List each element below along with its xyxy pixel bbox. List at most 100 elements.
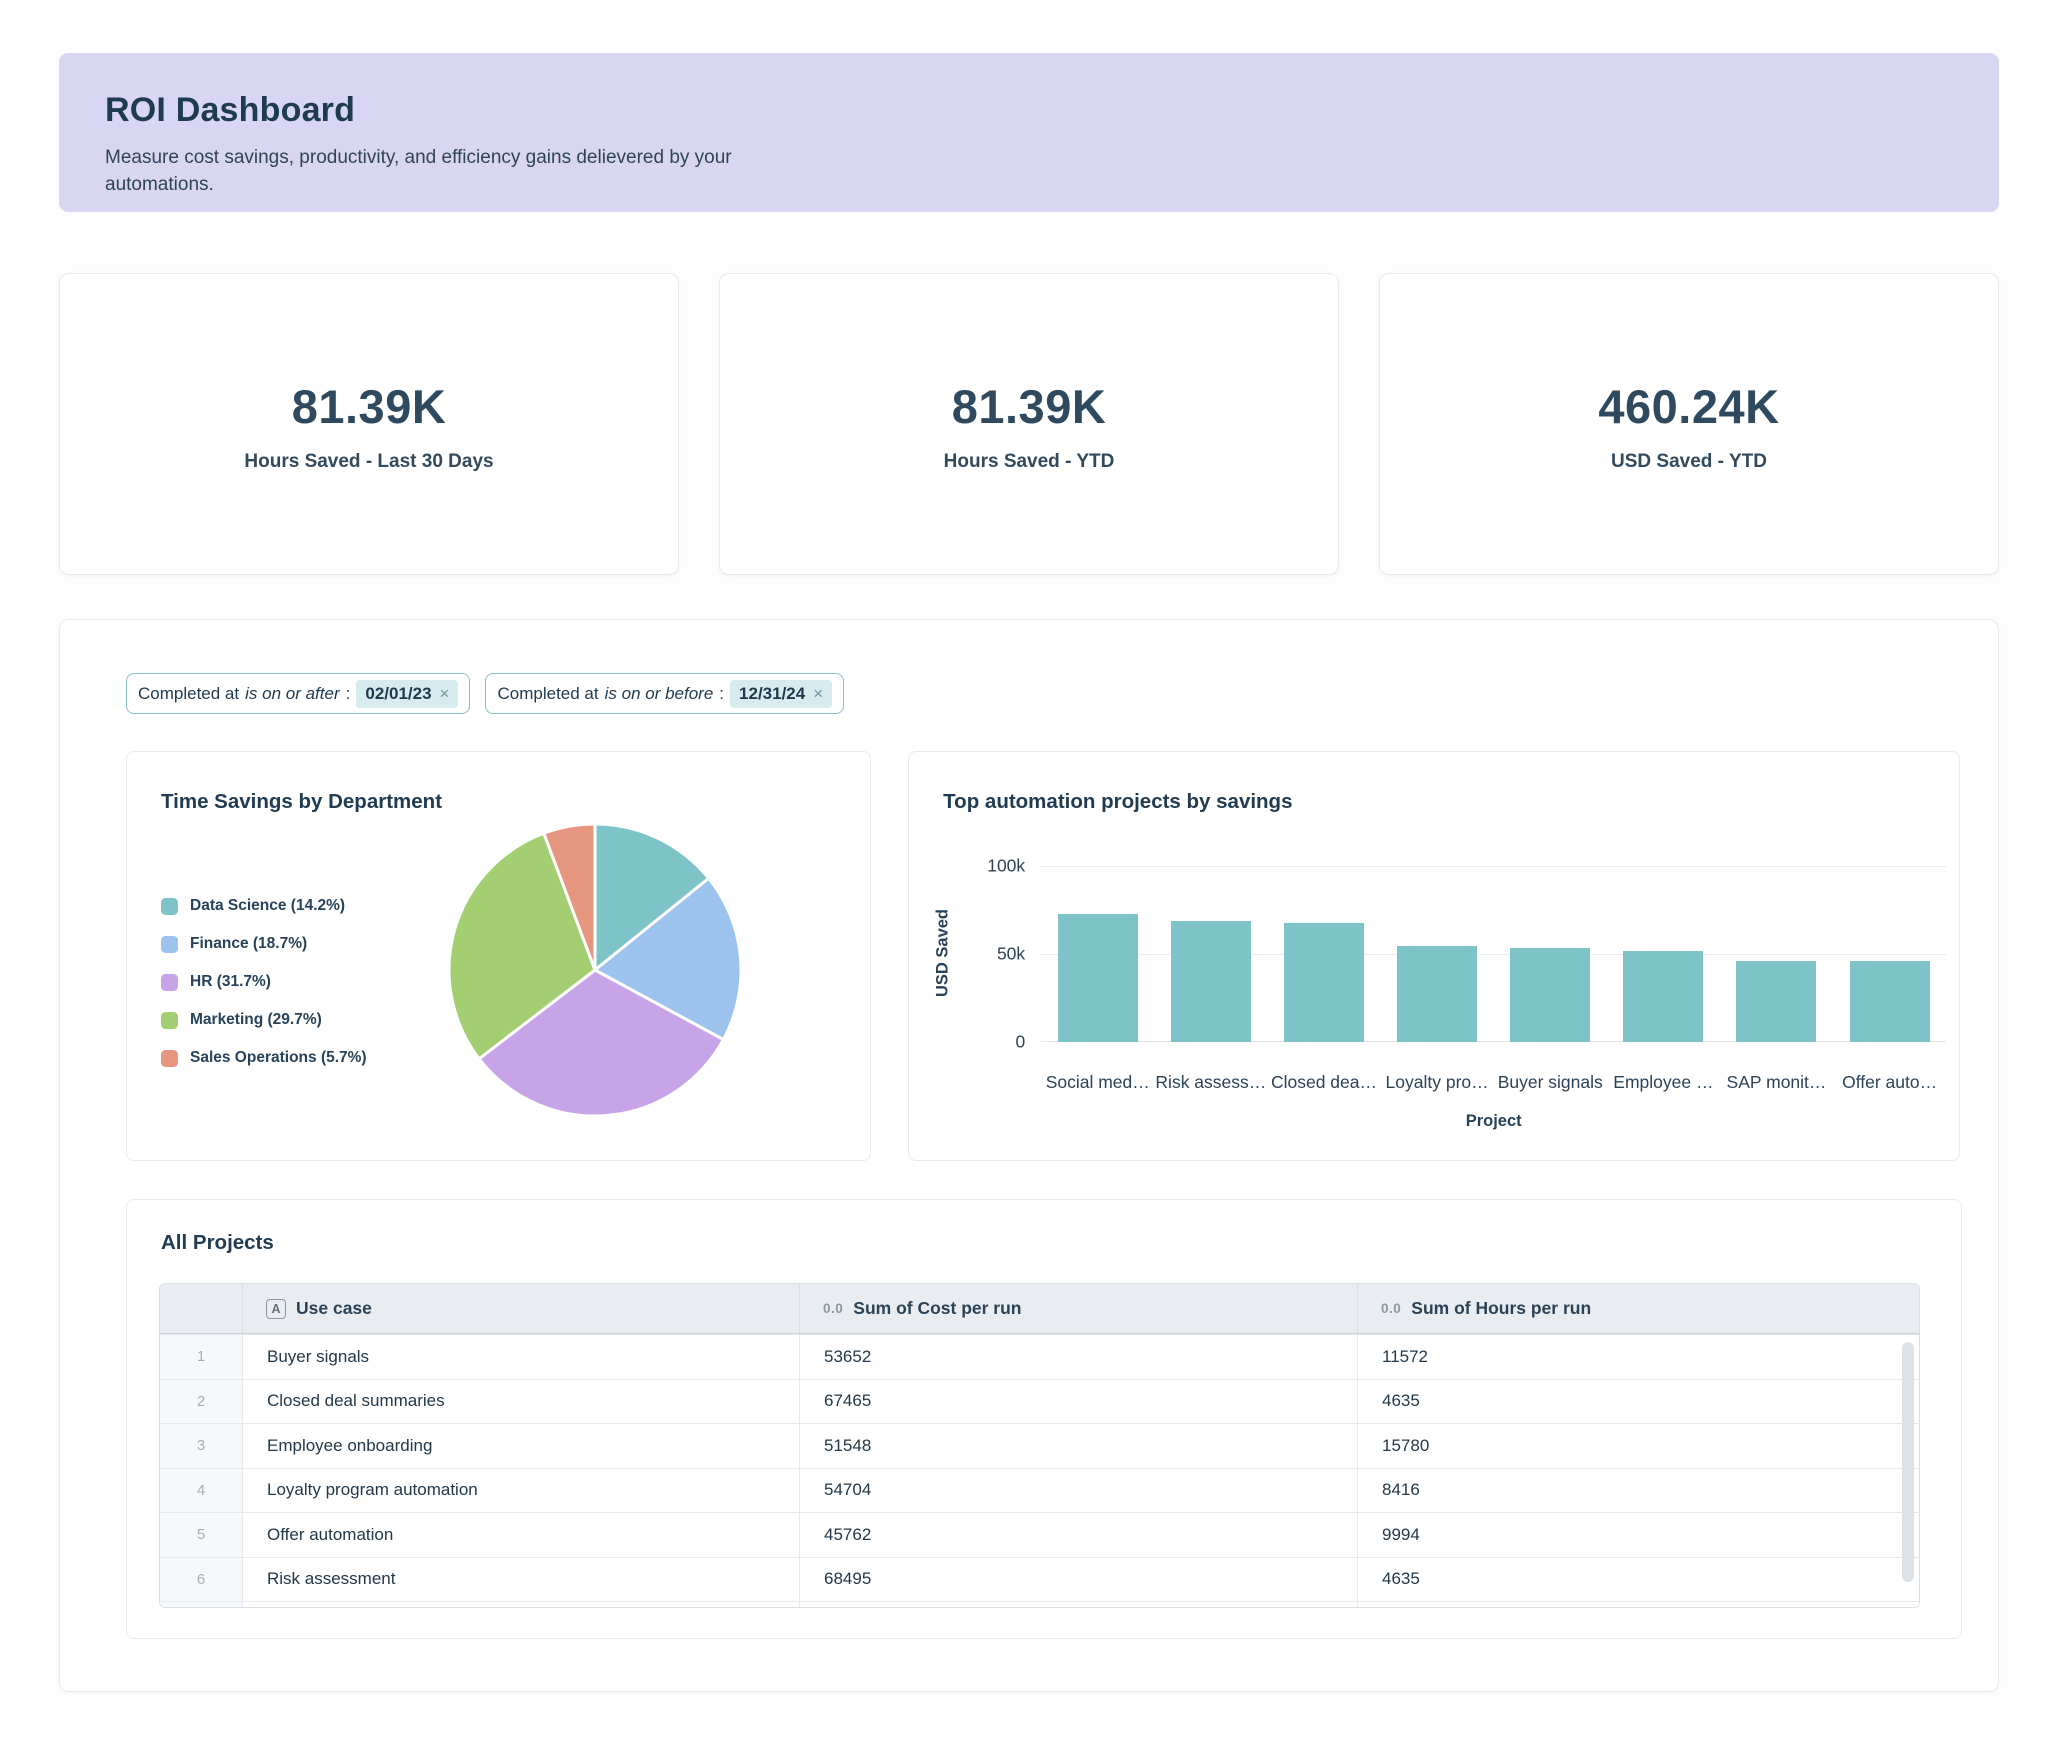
- cell-use-case: Employee onboarding: [243, 1424, 800, 1468]
- cell-use-case: Offer automation: [243, 1513, 800, 1557]
- filter-chip-completed-after[interactable]: Completed at is on or after : 02/01/23 ×: [126, 673, 470, 714]
- filter-value-pill: 12/31/24 ×: [730, 680, 832, 708]
- kpi-card-hours-saved-30d: 81.39K Hours Saved - Last 30 Days: [59, 273, 679, 575]
- text-field-type-icon: A: [266, 1299, 286, 1319]
- cell-cost-per-run: [800, 1602, 1358, 1608]
- table-scrollbar-thumb[interactable]: [1902, 1342, 1914, 1582]
- bar-slot: [1720, 866, 1833, 1042]
- table-row-partial: [160, 1601, 1919, 1608]
- table-row[interactable]: 6Risk assessment684954635: [160, 1557, 1919, 1602]
- row-number: 1: [160, 1335, 243, 1379]
- table-row[interactable]: 5Offer automation457629994: [160, 1512, 1919, 1557]
- bar-slot: [1267, 866, 1380, 1042]
- bar-series: [1041, 866, 1946, 1042]
- main-panel: Completed at is on or after : 02/01/23 ×…: [59, 619, 1999, 1692]
- bar-slot: [1833, 866, 1946, 1042]
- column-label: Use case: [296, 1298, 372, 1319]
- row-number: 4: [160, 1469, 243, 1513]
- filter-value: 12/31/24: [739, 684, 805, 704]
- row-number: [160, 1602, 243, 1608]
- bar-x-tick-label: Closed dea…: [1267, 1072, 1380, 1093]
- cell-hours-per-run: 8416: [1358, 1469, 1919, 1513]
- filter-colon: :: [719, 684, 724, 704]
- row-number-header: [160, 1284, 243, 1333]
- pie-chart: [445, 820, 745, 1120]
- filter-chip-completed-before[interactable]: Completed at is on or before : 12/31/24 …: [485, 673, 844, 714]
- legend-item: HR (31.7%): [161, 973, 367, 991]
- row-number: 6: [160, 1558, 243, 1602]
- kpi-card-usd-saved-ytd: 460.24K USD Saved - YTD: [1379, 273, 1999, 575]
- filter-value-pill: 02/01/23 ×: [356, 680, 458, 708]
- row-number: 3: [160, 1424, 243, 1468]
- kpi-label: Hours Saved - Last 30 Days: [244, 451, 493, 473]
- pie-legend: Data Science (14.2%) Finance (18.7%) HR (3…: [161, 897, 367, 1087]
- x-axis-title: Project: [1041, 1112, 1946, 1131]
- row-number: 2: [160, 1380, 243, 1424]
- bar-x-tick-label: Buyer signals: [1494, 1072, 1607, 1093]
- number-field-type-icon: 0.0: [823, 1301, 843, 1316]
- bar-chart-card: Top automation projects by savings USD S…: [908, 751, 1960, 1161]
- legend-item: Finance (18.7%): [161, 935, 367, 953]
- bar-sap-monit: [1736, 961, 1816, 1042]
- bar-buyer-signals: [1510, 948, 1590, 1042]
- cell-use-case: [243, 1602, 800, 1608]
- number-field-type-icon: 0.0: [1381, 1301, 1401, 1316]
- filter-field: Completed at: [138, 684, 239, 704]
- bar-chart-title: Top automation projects by savings: [943, 790, 1292, 814]
- column-label: Sum of Cost per run: [853, 1298, 1021, 1319]
- table-row[interactable]: 1Buyer signals5365211572: [160, 1334, 1919, 1379]
- y-axis-tick: 0: [1015, 1032, 1025, 1053]
- legend-label: HR (31.7%): [190, 973, 271, 991]
- bar-loyalty-pro: [1397, 946, 1477, 1042]
- remove-filter-icon[interactable]: ×: [813, 684, 823, 704]
- bar-slot: [1607, 866, 1720, 1042]
- cell-hours-per-run: 15780: [1358, 1424, 1919, 1468]
- cell-hours-per-run: 11572: [1358, 1335, 1919, 1379]
- bar-slot: [1494, 866, 1607, 1042]
- column-header-use-case[interactable]: A Use case: [243, 1284, 800, 1333]
- table-row[interactable]: 2Closed deal summaries674654635: [160, 1379, 1919, 1424]
- bar-x-tick-label: Employee …: [1607, 1072, 1720, 1093]
- bar-closed-dea: [1284, 923, 1364, 1042]
- legend-item: Marketing (29.7%): [161, 1011, 367, 1029]
- kpi-label: USD Saved - YTD: [1611, 451, 1767, 473]
- kpi-row: 81.39K Hours Saved - Last 30 Days 81.39K…: [59, 273, 1999, 575]
- cell-cost-per-run: 53652: [800, 1335, 1358, 1379]
- table-row[interactable]: 4Loyalty program automation547048416: [160, 1468, 1919, 1513]
- legend-swatch-icon: [161, 898, 178, 915]
- y-axis-title: USD Saved: [934, 909, 953, 997]
- y-axis-tick: 50k: [997, 944, 1025, 965]
- column-header-hours[interactable]: 0.0 Sum of Hours per run: [1358, 1284, 1919, 1333]
- column-label: Sum of Hours per run: [1411, 1298, 1591, 1319]
- bar-social-med: [1058, 914, 1138, 1042]
- cell-cost-per-run: 68495: [800, 1558, 1358, 1602]
- cell-hours-per-run: [1358, 1602, 1919, 1608]
- projects-table: A Use case 0.0 Sum of Cost per run 0.0 S…: [159, 1283, 1920, 1608]
- kpi-value: 81.39K: [292, 379, 447, 434]
- remove-filter-icon[interactable]: ×: [440, 684, 450, 704]
- table-body: 1Buyer signals53652115722Closed deal sum…: [160, 1334, 1919, 1608]
- cell-use-case: Buyer signals: [243, 1335, 800, 1379]
- pie-chart-card: Time Savings by Department Data Science …: [126, 751, 871, 1161]
- bar-risk-assess: [1171, 921, 1251, 1042]
- page-title: ROI Dashboard: [105, 91, 1953, 130]
- legend-label: Sales Operations (5.7%): [190, 1049, 367, 1067]
- filter-value: 02/01/23: [365, 684, 431, 704]
- filter-field: Completed at: [497, 684, 598, 704]
- table-row[interactable]: 3Employee onboarding5154815780: [160, 1423, 1919, 1468]
- legend-swatch-icon: [161, 1012, 178, 1029]
- legend-item: Data Science (14.2%): [161, 897, 367, 915]
- kpi-value: 460.24K: [1598, 379, 1779, 434]
- bar-employee: [1623, 951, 1703, 1042]
- bar-x-tick-label: Loyalty pro…: [1381, 1072, 1494, 1093]
- pie-chart-title: Time Savings by Department: [161, 790, 442, 814]
- column-header-cost[interactable]: 0.0 Sum of Cost per run: [800, 1284, 1358, 1333]
- cell-hours-per-run: 9994: [1358, 1513, 1919, 1557]
- cell-cost-per-run: 45762: [800, 1513, 1358, 1557]
- bar-x-tick-label: Social med…: [1041, 1072, 1154, 1093]
- legend-label: Marketing (29.7%): [190, 1011, 322, 1029]
- filter-colon: :: [346, 684, 351, 704]
- table-header-row: A Use case 0.0 Sum of Cost per run 0.0 S…: [160, 1284, 1919, 1334]
- legend-swatch-icon: [161, 936, 178, 953]
- cell-hours-per-run: 4635: [1358, 1558, 1919, 1602]
